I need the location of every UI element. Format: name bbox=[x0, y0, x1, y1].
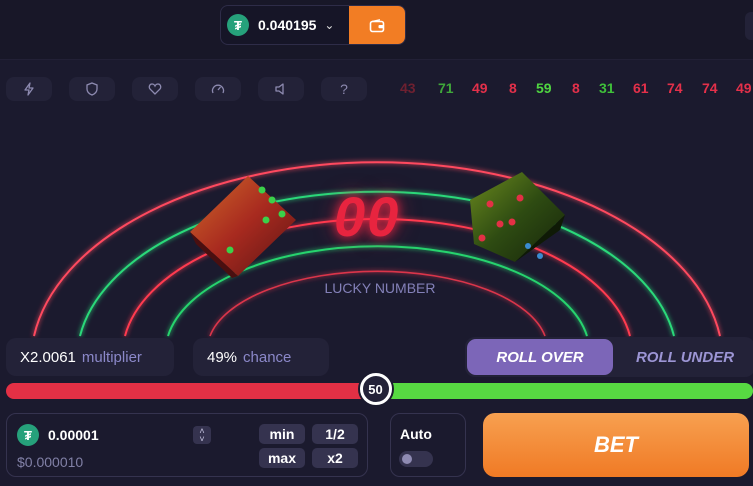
chance-value: 49% bbox=[207, 348, 238, 366]
history-item: 8 bbox=[572, 80, 580, 96]
balance-amount: 0.040195 bbox=[258, 17, 317, 33]
multiplier-display: X2.0061 multiplier bbox=[6, 338, 174, 376]
shield-icon bbox=[86, 82, 98, 96]
chevron-down-icon[interactable]: ⌄ bbox=[324, 18, 334, 32]
multiplier-value: X2.0061 bbox=[20, 348, 76, 366]
wallet-icon bbox=[369, 19, 385, 33]
dice-game: ₮ 0.040195 ⌄ ? 43 71 49 8 59 8 31 61 74 … bbox=[0, 0, 753, 486]
history-item: 74 bbox=[702, 80, 718, 96]
red-die bbox=[190, 176, 296, 278]
slider-track-under bbox=[6, 383, 376, 399]
speed-button[interactable] bbox=[195, 77, 241, 101]
toggle-knob bbox=[402, 454, 412, 464]
target-slider[interactable]: 50 bbox=[6, 373, 753, 405]
auto-bet-panel: Auto bbox=[390, 413, 466, 477]
heart-icon bbox=[148, 83, 162, 95]
turbo-button[interactable] bbox=[6, 77, 52, 101]
green-die bbox=[470, 172, 565, 262]
double-bet-button[interactable]: x2 bbox=[312, 448, 358, 468]
tether-icon: ₮ bbox=[17, 424, 39, 446]
bet-stepper[interactable]: ˄ ˅ bbox=[193, 426, 211, 444]
slider-handle[interactable]: 50 bbox=[359, 373, 392, 405]
history-item: 59 bbox=[536, 80, 552, 96]
history-item: 49 bbox=[472, 80, 488, 96]
history-item: 74 bbox=[667, 80, 683, 96]
menu-button[interactable] bbox=[745, 12, 753, 40]
top-bar: ₮ 0.040195 ⌄ bbox=[0, 0, 753, 60]
history-item: 71 bbox=[438, 80, 454, 96]
half-bet-button[interactable]: 1/2 bbox=[312, 424, 358, 444]
chance-display: 49% chance bbox=[193, 338, 329, 376]
speedometer-icon bbox=[211, 84, 225, 94]
bet-amount-usd: $0.000010 bbox=[17, 454, 84, 470]
slider-track-over bbox=[375, 383, 753, 399]
max-bet-button[interactable]: max bbox=[259, 448, 305, 468]
tether-icon: ₮ bbox=[227, 14, 249, 36]
auto-toggle[interactable] bbox=[399, 451, 433, 467]
history-item: 8 bbox=[509, 80, 517, 96]
wallet-button[interactable] bbox=[349, 6, 405, 44]
sound-button[interactable] bbox=[258, 77, 304, 101]
history-item: 31 bbox=[599, 80, 615, 96]
history-item: 61 bbox=[633, 80, 649, 96]
bet-button[interactable]: BET bbox=[483, 413, 749, 477]
bet-amount-panel: ₮ 0.00001 $0.000010 ˄ ˅ min 1/2 max x2 bbox=[6, 413, 368, 477]
balance-selector[interactable]: ₮ 0.040195 ⌄ bbox=[220, 5, 406, 45]
favorite-button[interactable] bbox=[132, 77, 178, 101]
roll-over-button[interactable]: ROLL OVER bbox=[467, 339, 613, 375]
help-button[interactable]: ? bbox=[321, 77, 367, 101]
auto-label: Auto bbox=[400, 426, 432, 442]
history-item: 43 bbox=[400, 80, 416, 96]
lucky-number-label: LUCKY NUMBER bbox=[324, 280, 436, 296]
fairness-button[interactable] bbox=[69, 77, 115, 101]
bet-amount-input[interactable]: 0.00001 bbox=[48, 427, 99, 443]
history-item: 49 bbox=[736, 80, 752, 96]
roll-under-button[interactable]: ROLL UNDER bbox=[615, 339, 753, 375]
volume-icon bbox=[275, 83, 284, 95]
stepper-down-icon[interactable]: ˅ bbox=[199, 435, 204, 444]
lightning-icon bbox=[24, 82, 34, 96]
roll-mode-toggle: ROLL OVER ROLL UNDER bbox=[465, 337, 753, 377]
multiplier-label: multiplier bbox=[81, 348, 142, 366]
help-icon: ? bbox=[340, 81, 348, 97]
chance-label: chance bbox=[243, 348, 292, 366]
lucky-number: 00 bbox=[334, 185, 401, 248]
min-bet-button[interactable]: min bbox=[259, 424, 305, 444]
